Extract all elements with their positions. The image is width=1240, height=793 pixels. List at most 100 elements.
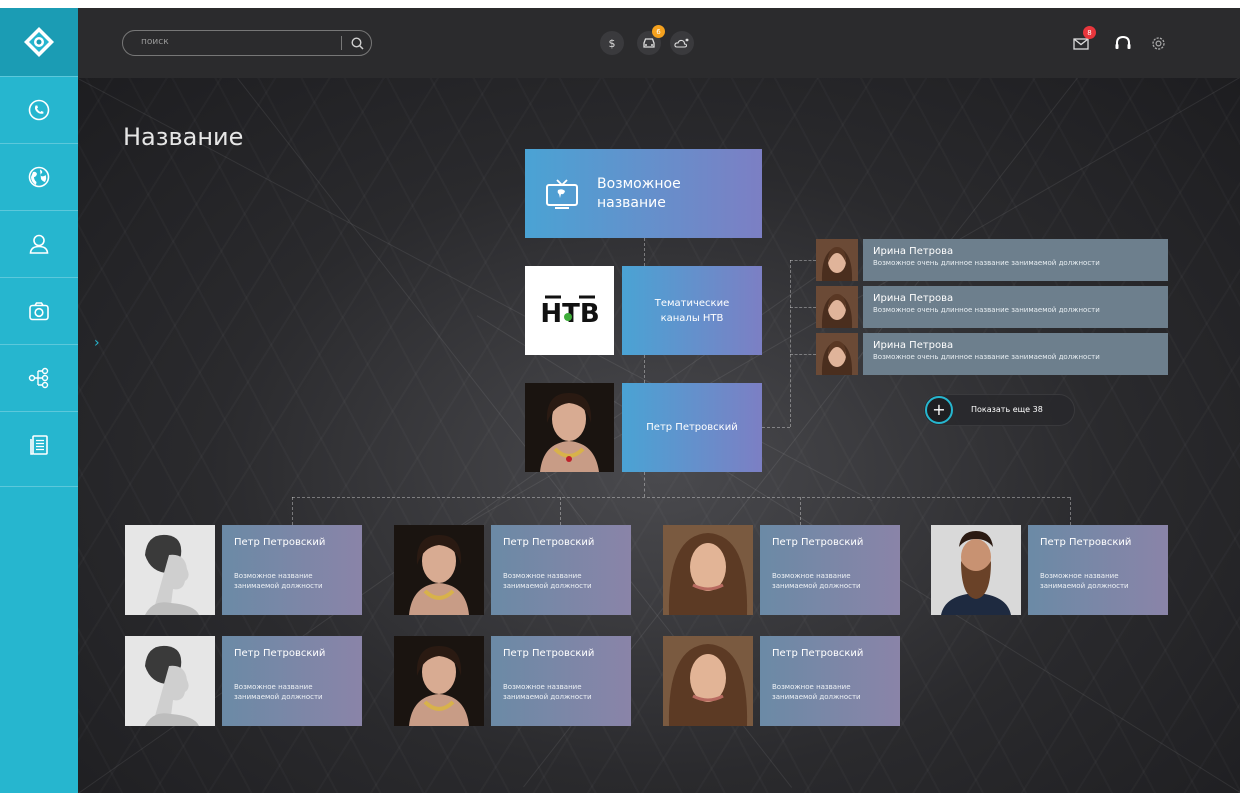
support-button[interactable] xyxy=(1113,33,1133,53)
employee-card[interactable]: Петр Петровский Возможное название заним… xyxy=(663,636,1169,726)
avatar xyxy=(816,286,858,328)
connector-line xyxy=(644,355,645,383)
connector-line xyxy=(762,427,790,428)
sidebar-item-calls[interactable] xyxy=(0,76,78,143)
sidebar-item-documents[interactable] xyxy=(0,411,78,478)
sidebar-divider xyxy=(0,486,78,487)
employee-name: Петр Петровский xyxy=(234,648,326,659)
mail-badge: 8 xyxy=(1083,26,1096,39)
connector-line xyxy=(292,497,1070,498)
employee-position: Возможное название занимаемой должности xyxy=(234,572,323,590)
ntv-logo: НТВ xyxy=(525,266,614,355)
show-more-button[interactable]: + Показать еще 38 xyxy=(923,394,1075,426)
plus-icon: + xyxy=(925,396,953,424)
employee-photo xyxy=(663,636,753,726)
user-icon xyxy=(29,234,49,254)
connector-line xyxy=(790,260,791,427)
list-item[interactable]: Ирина Петрова Возможное очень длинное на… xyxy=(816,239,1168,281)
list-item-info: Ирина Петрова Возможное очень длинное на… xyxy=(863,239,1168,281)
app-logo[interactable] xyxy=(0,8,78,76)
employee-position: Возможное название занимаемой должности xyxy=(503,683,592,701)
employee-photo xyxy=(125,636,215,726)
search-divider xyxy=(341,36,342,50)
employee-photo xyxy=(931,525,1021,615)
weather-button[interactable] xyxy=(670,31,694,55)
hierarchy-icon xyxy=(28,367,49,389)
list-item-position: Возможное очень длинное название занимае… xyxy=(873,306,1100,314)
channel-node[interactable]: Тематические каналы НТВ xyxy=(622,266,762,355)
head-photo xyxy=(525,383,614,472)
employee-info: Петр Петровский Возможное название заним… xyxy=(760,525,900,615)
org-root-node[interactable]: Возможное название xyxy=(525,149,762,238)
list-item-name: Ирина Петрова xyxy=(873,246,954,257)
head-node-name: Петр Петровский xyxy=(646,422,738,433)
list-item[interactable]: Ирина Петрова Возможное очень длинное на… xyxy=(816,333,1168,375)
list-item-info: Ирина Петрова Возможное очень длинное на… xyxy=(863,333,1168,375)
employee-photo xyxy=(394,525,484,615)
employee-info: Петр Петровский Возможное название заним… xyxy=(760,636,900,726)
list-item[interactable]: Ирина Петрова Возможное очень длинное на… xyxy=(816,286,1168,328)
employee-position: Возможное название занимаемой должности xyxy=(1040,572,1129,590)
transport-badge: 6 xyxy=(652,25,665,38)
search-placeholder: поиск xyxy=(141,37,169,47)
page-title: Название xyxy=(123,123,244,151)
connector-line xyxy=(644,238,645,266)
globe-icon xyxy=(28,166,50,188)
connector-line xyxy=(644,472,645,497)
employee-info: Петр Петровский Возможное название заним… xyxy=(491,525,631,615)
weather-icon xyxy=(674,38,689,48)
employee-position: Возможное название занимаемой должности xyxy=(503,572,592,590)
list-item-position: Возможное очень длинное название занимае… xyxy=(873,259,1100,267)
dollar-icon: $ xyxy=(608,36,616,50)
logo-icon xyxy=(24,27,54,57)
employee-photo xyxy=(394,636,484,726)
avatar xyxy=(816,239,858,281)
sidebar-item-globe[interactable] xyxy=(0,143,78,210)
employee-name: Петр Петровский xyxy=(772,648,864,659)
search-button[interactable] xyxy=(346,33,368,53)
employee-name: Петр Петровский xyxy=(503,537,595,548)
employee-info: Петр Петровский Возможное название заним… xyxy=(491,636,631,726)
sidebar xyxy=(0,8,78,793)
app-window: поиск $ 6 8 Название › Возможное названи… xyxy=(0,8,1240,793)
connector-line xyxy=(292,497,293,525)
sidebar-item-users[interactable] xyxy=(0,210,78,277)
employee-name: Петр Петровский xyxy=(1040,537,1132,548)
list-item-position: Возможное очень длинное название занимае… xyxy=(873,353,1100,361)
head-node[interactable]: Петр Петровский xyxy=(622,383,762,472)
connector-line xyxy=(790,260,816,261)
connector-line xyxy=(1070,497,1071,525)
employee-name: Петр Петровский xyxy=(234,537,326,548)
gear-icon xyxy=(1151,36,1165,50)
sidebar-item-structure[interactable] xyxy=(0,344,78,411)
camera-icon xyxy=(29,302,49,321)
employee-info: Петр Петровский Возможное название заним… xyxy=(222,525,362,615)
currency-button[interactable]: $ xyxy=(600,31,624,55)
list-item-name: Ирина Петрова xyxy=(873,293,954,304)
employee-photo xyxy=(125,525,215,615)
employee-info: Петр Петровский Возможное название заним… xyxy=(222,636,362,726)
search-input[interactable]: поиск xyxy=(122,30,372,56)
connector-line xyxy=(560,497,561,525)
car-icon xyxy=(643,38,655,48)
connector-line xyxy=(790,307,816,308)
phone-icon xyxy=(28,99,50,121)
employee-position: Возможное название занимаемой должности xyxy=(772,683,861,701)
settings-button[interactable] xyxy=(1148,33,1168,53)
list-item-info: Ирина Петрова Возможное очень длинное на… xyxy=(863,286,1168,328)
employee-name: Петр Петровский xyxy=(772,537,864,548)
connector-line xyxy=(790,354,816,355)
list-item-name: Ирина Петрова xyxy=(873,340,954,351)
employee-card[interactable]: Петр Петровский Возможное название заним… xyxy=(931,525,1240,615)
connector-line xyxy=(800,497,801,525)
root-node-label: Возможное название xyxy=(597,175,681,211)
sidebar-item-camera[interactable] xyxy=(0,277,78,344)
search-icon xyxy=(350,36,364,50)
channel-node-label: Тематические каналы НТВ xyxy=(654,297,730,324)
employee-info: Петр Петровский Возможное название заним… xyxy=(1028,525,1168,615)
tv-icon xyxy=(546,178,578,209)
headset-icon xyxy=(1115,35,1131,49)
document-icon xyxy=(30,435,48,455)
expand-sidebar-icon[interactable]: › xyxy=(94,335,100,351)
top-bar: поиск $ 6 8 xyxy=(78,8,1240,78)
